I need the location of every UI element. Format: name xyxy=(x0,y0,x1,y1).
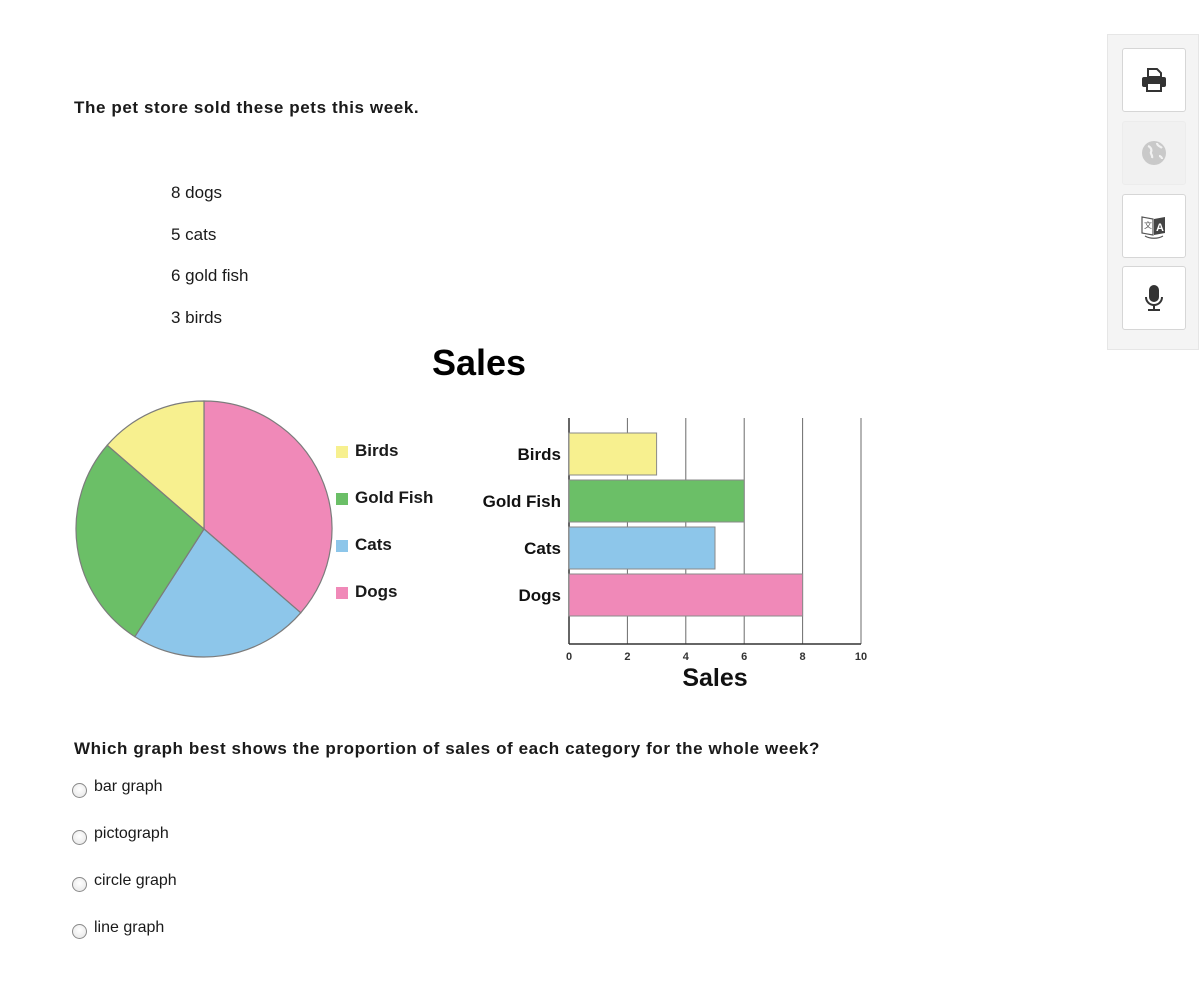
x-axis-label: Sales xyxy=(682,664,747,692)
fact-item: 5 cats xyxy=(171,224,217,244)
legend-item-cats: Cats xyxy=(336,535,433,582)
option-circle-graph[interactable]: circle graph xyxy=(72,872,177,919)
pie-legend: Birds Gold Fish Cats Dogs xyxy=(336,441,433,629)
fact-item: 3 birds xyxy=(171,307,223,327)
globe-icon xyxy=(1142,141,1166,165)
tool-sidebar: A 文 xyxy=(1107,34,1199,350)
pie-chart xyxy=(75,400,333,658)
radio-button[interactable] xyxy=(72,830,87,845)
y-category-label: Gold Fish xyxy=(483,492,561,511)
intro-text: The pet store sold these pets this week. xyxy=(74,98,420,117)
bar-dogs xyxy=(568,573,804,617)
option-label[interactable]: bar graph xyxy=(94,778,163,796)
radio-button[interactable] xyxy=(72,783,87,798)
option-label[interactable]: line graph xyxy=(94,919,164,937)
fact-item: 8 dogs xyxy=(171,183,223,202)
x-tick-label: 6 xyxy=(741,651,747,663)
translate-icon: A 文 xyxy=(1141,216,1165,239)
legend-swatch xyxy=(336,587,348,599)
legend-swatch xyxy=(336,446,348,458)
microphone-icon xyxy=(1145,285,1163,311)
x-tick-label: 8 xyxy=(800,651,806,663)
microphone-button[interactable] xyxy=(1122,266,1186,330)
fact-item: 6 gold fish xyxy=(171,266,249,285)
y-category-label: Dogs xyxy=(519,586,562,605)
svg-text:文: 文 xyxy=(1144,220,1152,230)
chart-title: Sales xyxy=(432,342,527,383)
x-tick-label: 10 xyxy=(855,651,867,663)
bar-chart: 0 2 4 6 8 10 Birds Gold Fish Cats Dogs Sales xyxy=(483,418,867,692)
x-tick-label: 0 xyxy=(566,651,572,663)
legend-item-dogs: Dogs xyxy=(336,582,433,629)
y-category-label: Cats xyxy=(524,539,561,558)
legend-swatch xyxy=(336,540,348,552)
bar-cats xyxy=(568,526,716,570)
x-tick-label: 4 xyxy=(683,651,690,663)
facts-list: 8 dogs 5 cats 6 gold fish 3 birds xyxy=(171,180,249,346)
radio-button[interactable] xyxy=(72,877,87,892)
question-text: Which graph best shows the proportion of… xyxy=(74,739,820,758)
legend-item-gold-fish: Gold Fish xyxy=(336,488,433,535)
y-category-label: Birds xyxy=(518,445,561,464)
answer-options: bar graph pictograph circle graph line g… xyxy=(72,778,177,966)
legend-label: Gold Fish xyxy=(355,488,434,507)
svg-text:A: A xyxy=(1156,222,1164,234)
bar-gold-fish xyxy=(568,479,745,523)
radio-button[interactable] xyxy=(72,924,87,939)
option-bar-graph[interactable]: bar graph xyxy=(72,778,177,825)
legend-label: Birds xyxy=(355,441,399,460)
option-label[interactable]: pictograph xyxy=(94,825,169,843)
option-pictograph[interactable]: pictograph xyxy=(72,825,177,872)
print-button[interactable] xyxy=(1122,48,1186,112)
globe-button[interactable] xyxy=(1122,121,1186,185)
bar-birds xyxy=(568,432,658,476)
legend-item-birds: Birds xyxy=(336,441,433,488)
translate-button[interactable]: A 文 xyxy=(1122,194,1186,258)
printer-icon xyxy=(1142,68,1166,92)
option-line-graph[interactable]: line graph xyxy=(72,919,177,966)
option-label[interactable]: circle graph xyxy=(94,872,177,890)
x-tick-label: 2 xyxy=(624,651,630,663)
legend-swatch xyxy=(336,493,348,505)
legend-label: Dogs xyxy=(355,582,398,601)
legend-label: Cats xyxy=(355,535,392,554)
